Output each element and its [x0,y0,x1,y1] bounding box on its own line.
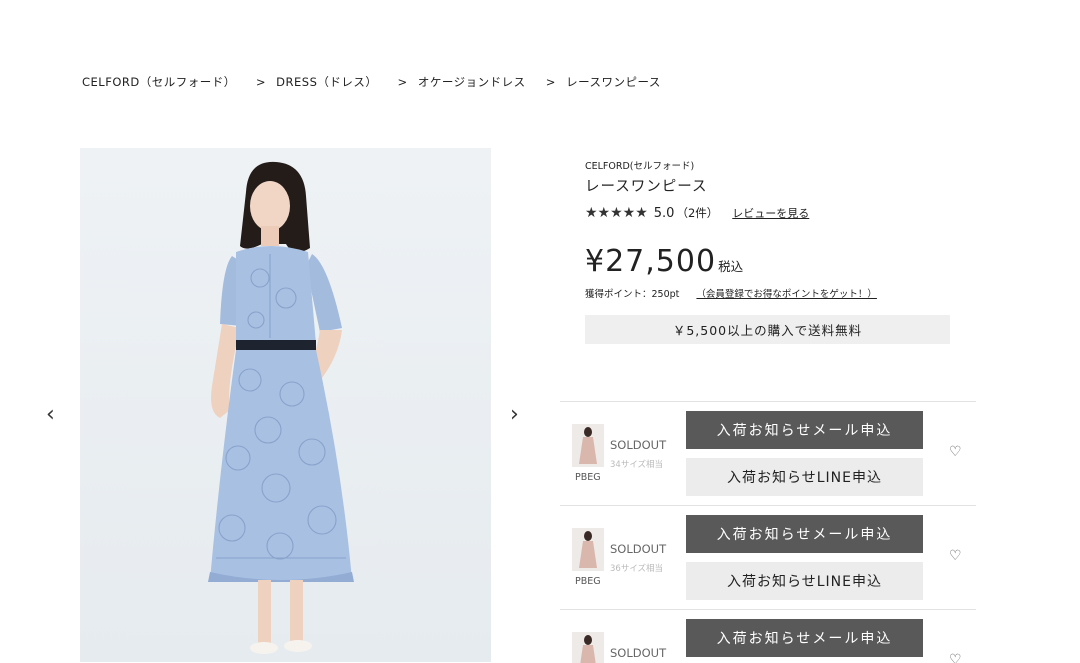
price-block: ¥27,500 税込 [585,244,743,279]
restock-line-button[interactable]: 入荷お知らせLINE申込 [686,458,923,496]
price: ¥27,500 [585,244,717,279]
variant-thumbnail [572,632,604,663]
variant-status: SOLDOUT [610,438,667,452]
shipping-notice: ￥5,500以上の購入で送料無料 [585,315,950,344]
rating-stars-icon: ★★★★★ [585,205,648,221]
rating-value: 5.0 [653,205,675,221]
variant-status: SOLDOUT [610,646,667,660]
variant-status: SOLDOUT [610,542,667,556]
variant-size: 36サイズ相当 [610,564,664,574]
brand-name[interactable]: CELFORD(セルフォード) [585,158,694,172]
tax-label: 税込 [718,259,744,274]
heart-icon[interactable]: ♡ [949,652,962,663]
product-title: レースワンピース [585,179,708,195]
variant-thumbnail [572,424,604,467]
breadcrumb-item-celford[interactable]: CELFORD（セルフォード） [82,75,236,89]
review-link[interactable]: レビューを見る [732,205,809,221]
restock-mail-button[interactable]: 入荷お知らせメール申込 [686,515,923,553]
variant-size: 34サイズ相当 [610,460,664,470]
model-photo [208,161,354,654]
breadcrumb-item-occasion-dress[interactable]: オケージョンドレス [418,75,526,89]
breadcrumb-item-dress[interactable]: DRESS（ドレス） [276,75,377,89]
variant-row: PBEG SOLDOUT 34サイズ相当 入荷お知らせメール申込 入荷お知らせL… [560,401,976,506]
chevron-right-icon[interactable]: › [510,402,519,427]
breadcrumb-separator: > [545,75,556,89]
breadcrumb-separator: > [397,75,408,89]
breadcrumb: CELFORD（セルフォード） > DRESS（ドレス） > オケージョンドレス… [82,74,667,90]
variant-thumbnail [572,528,604,571]
rating-row: ★★★★★ 5.0 （2件） レビューを見る [585,205,809,221]
member-registration-link[interactable]: （会員登録でお得なポイントをゲット！） [696,289,877,300]
chevron-left-icon[interactable]: ‹ [46,402,55,427]
variant-color: PBEG [575,472,601,483]
heart-icon[interactable]: ♡ [949,444,962,460]
variant-color: PBEG [575,576,601,587]
points-text: 獲得ポイント：250pt [585,289,680,300]
variant-row: PBEG SOLDOUT 36サイズ相当 入荷お知らせメール申込 入荷お知らせL… [560,505,976,610]
product-image [80,148,491,662]
heart-icon[interactable]: ♡ [949,548,962,564]
breadcrumb-separator: > [255,75,267,89]
restock-mail-button[interactable]: 入荷お知らせメール申込 [686,619,923,657]
variant-row: SOLDOUT 入荷お知らせメール申込 ♡ [560,609,976,663]
breadcrumb-item-lace-dress: レースワンピース [566,75,661,89]
restock-mail-button[interactable]: 入荷お知らせメール申込 [686,411,923,449]
review-count: （2件） [676,206,719,220]
points-info: 獲得ポイント：250pt （会員登録でお得なポイントをゲット！） [585,286,877,300]
restock-line-button[interactable]: 入荷お知らせLINE申込 [686,562,923,600]
